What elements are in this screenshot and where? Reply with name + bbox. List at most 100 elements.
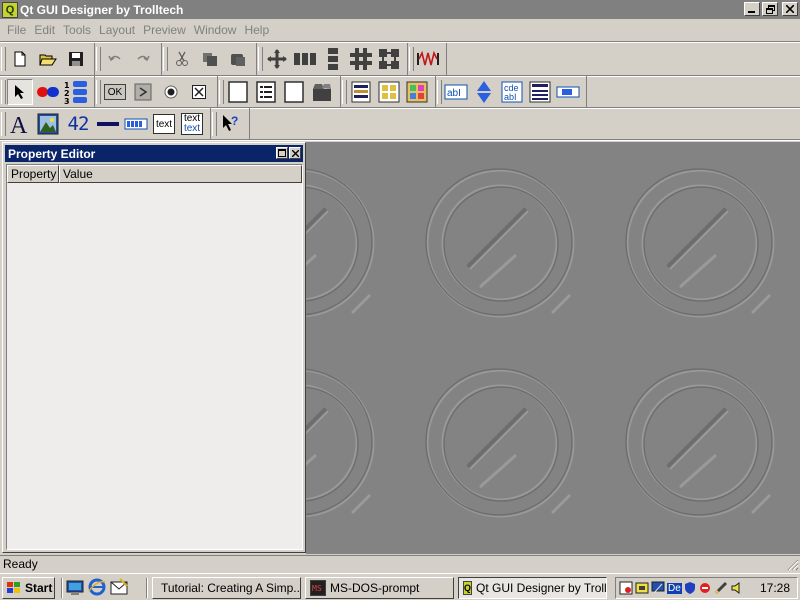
progress-bar-tool[interactable] [123, 111, 149, 137]
whats-this-button[interactable]: ? [218, 111, 244, 137]
lcd-number-icon: 42 [67, 113, 90, 135]
menu-preview[interactable]: Preview [139, 22, 190, 38]
add-spacer-button[interactable] [415, 46, 441, 72]
alert-icon[interactable] [698, 581, 712, 595]
button-group-tool[interactable] [253, 79, 279, 105]
text-label-tool[interactable]: A [7, 111, 33, 137]
combo-box-tool[interactable] [527, 79, 553, 105]
pen-icon[interactable] [714, 581, 728, 595]
help-toolbar: ? [211, 108, 250, 140]
text-label-icon: A [10, 113, 28, 136]
menu-tools[interactable]: Tools [59, 22, 95, 38]
task-qt-designer[interactable]: Q Qt GUI Designer by Troll... [458, 577, 607, 599]
lay-out-vertically-button[interactable] [320, 46, 346, 72]
tab-widget-tool[interactable] [309, 79, 335, 105]
pixmap-label-icon [37, 113, 59, 135]
column-header-property[interactable]: Property [7, 165, 59, 183]
volume-icon[interactable] [730, 581, 744, 595]
close-button[interactable] [782, 2, 798, 16]
paste-icon [231, 54, 245, 66]
language-indicator[interactable]: De [667, 582, 682, 594]
text-edit-tool[interactable]: cde abI [499, 79, 525, 105]
taskbar-clock[interactable]: 17:28 [760, 581, 790, 595]
show-desktop-icon[interactable] [66, 578, 84, 596]
text-view-tool[interactable]: text [151, 111, 177, 137]
menu-edit[interactable]: Edit [30, 22, 59, 38]
outlook-express-icon[interactable] [110, 578, 128, 596]
start-button[interactable]: Start [2, 577, 55, 599]
spin-box-tool[interactable] [471, 79, 497, 105]
svg-text:abI: abI [447, 88, 461, 99]
redo-icon [137, 55, 150, 62]
paste-button[interactable] [225, 46, 251, 72]
window-titlebar[interactable]: Q Qt GUI Designer by Trolltech [0, 0, 800, 19]
grid-layout-icon [350, 48, 372, 70]
line-tool[interactable] [95, 111, 121, 137]
lay-out-in-grid-button[interactable] [348, 46, 374, 72]
table-tool[interactable] [404, 79, 430, 105]
icon-view-tool[interactable] [376, 79, 402, 105]
undo-button[interactable] [102, 46, 128, 72]
vertical-layout-icon [328, 48, 338, 70]
lcd-number-tool[interactable]: 42 [63, 111, 93, 137]
tool-button-tool[interactable] [130, 79, 156, 105]
text-browser-tool[interactable]: text text [179, 111, 205, 137]
menu-layout[interactable]: Layout [95, 22, 139, 38]
internet-explorer-icon[interactable] [88, 578, 106, 596]
menu-file[interactable]: File [3, 22, 30, 38]
combo-box-icon [529, 81, 551, 103]
task-tutorial[interactable]: Tutorial: Creating A Simp... [152, 577, 301, 599]
radio-button-tool[interactable] [158, 79, 184, 105]
menu-window[interactable]: Window [190, 22, 241, 38]
property-editor-close-button[interactable] [289, 147, 301, 159]
mdi-workspace[interactable] [306, 142, 800, 554]
task-msdos[interactable]: MS MS-DOS-prompt [305, 577, 454, 599]
check-box-tool[interactable] [186, 79, 212, 105]
copy-button[interactable] [197, 46, 223, 72]
property-list[interactable]: Property Value [6, 164, 303, 550]
whats-this-icon: ? [223, 114, 238, 131]
frame-tool[interactable] [281, 79, 307, 105]
pixmap-label-tool[interactable] [35, 111, 61, 137]
property-list-header: Property Value [7, 165, 302, 183]
property-editor-titlebar[interactable]: Property Editor [5, 145, 303, 162]
new-file-button[interactable] [7, 46, 33, 72]
save-file-button[interactable] [63, 46, 89, 72]
menubar: File Edit Tools Layout Preview Window He… [0, 20, 800, 40]
group-box-tool[interactable] [225, 79, 251, 105]
restore-button[interactable] [762, 2, 778, 16]
copy-icon [203, 53, 217, 66]
toolbar-row-3: A 42 text text text ? [0, 108, 250, 140]
pointer-button[interactable] [7, 79, 33, 105]
security-shield-icon[interactable] [684, 581, 696, 595]
connect-signals-button[interactable] [35, 79, 61, 105]
cut-button[interactable] [169, 46, 195, 72]
network-icon[interactable] [635, 581, 649, 595]
tab-order-button[interactable]: 123 [63, 79, 89, 105]
line-icon [97, 122, 119, 126]
display-settings-icon[interactable] [651, 581, 665, 595]
slider-tool[interactable] [555, 79, 581, 105]
group-box-icon [228, 81, 248, 103]
status-bar: Ready [0, 555, 800, 572]
push-button-tool[interactable]: OK [102, 79, 128, 105]
window-title: Qt GUI Designer by Trolltech [20, 2, 184, 17]
line-edit-tool[interactable]: abI [443, 79, 469, 105]
redo-button[interactable] [130, 46, 156, 72]
open-file-button[interactable] [35, 46, 61, 72]
list-box-tool[interactable] [348, 79, 374, 105]
break-layout-button[interactable] [376, 46, 402, 72]
undo-icon [108, 55, 121, 62]
minimize-button[interactable] [744, 2, 760, 16]
lay-out-horizontally-button[interactable] [292, 46, 318, 72]
column-header-value[interactable]: Value [59, 165, 302, 183]
scheduler-icon[interactable] [619, 581, 633, 595]
menu-help[interactable]: Help [240, 22, 273, 38]
resize-grip-icon[interactable] [787, 559, 799, 571]
file-toolbar [0, 43, 95, 75]
qt-app-icon[interactable]: Q [2, 1, 18, 18]
open-folder-icon [39, 54, 57, 66]
adjust-size-button[interactable] [264, 46, 290, 72]
tool-button-icon [134, 83, 152, 101]
property-editor-float-button[interactable] [276, 147, 288, 159]
